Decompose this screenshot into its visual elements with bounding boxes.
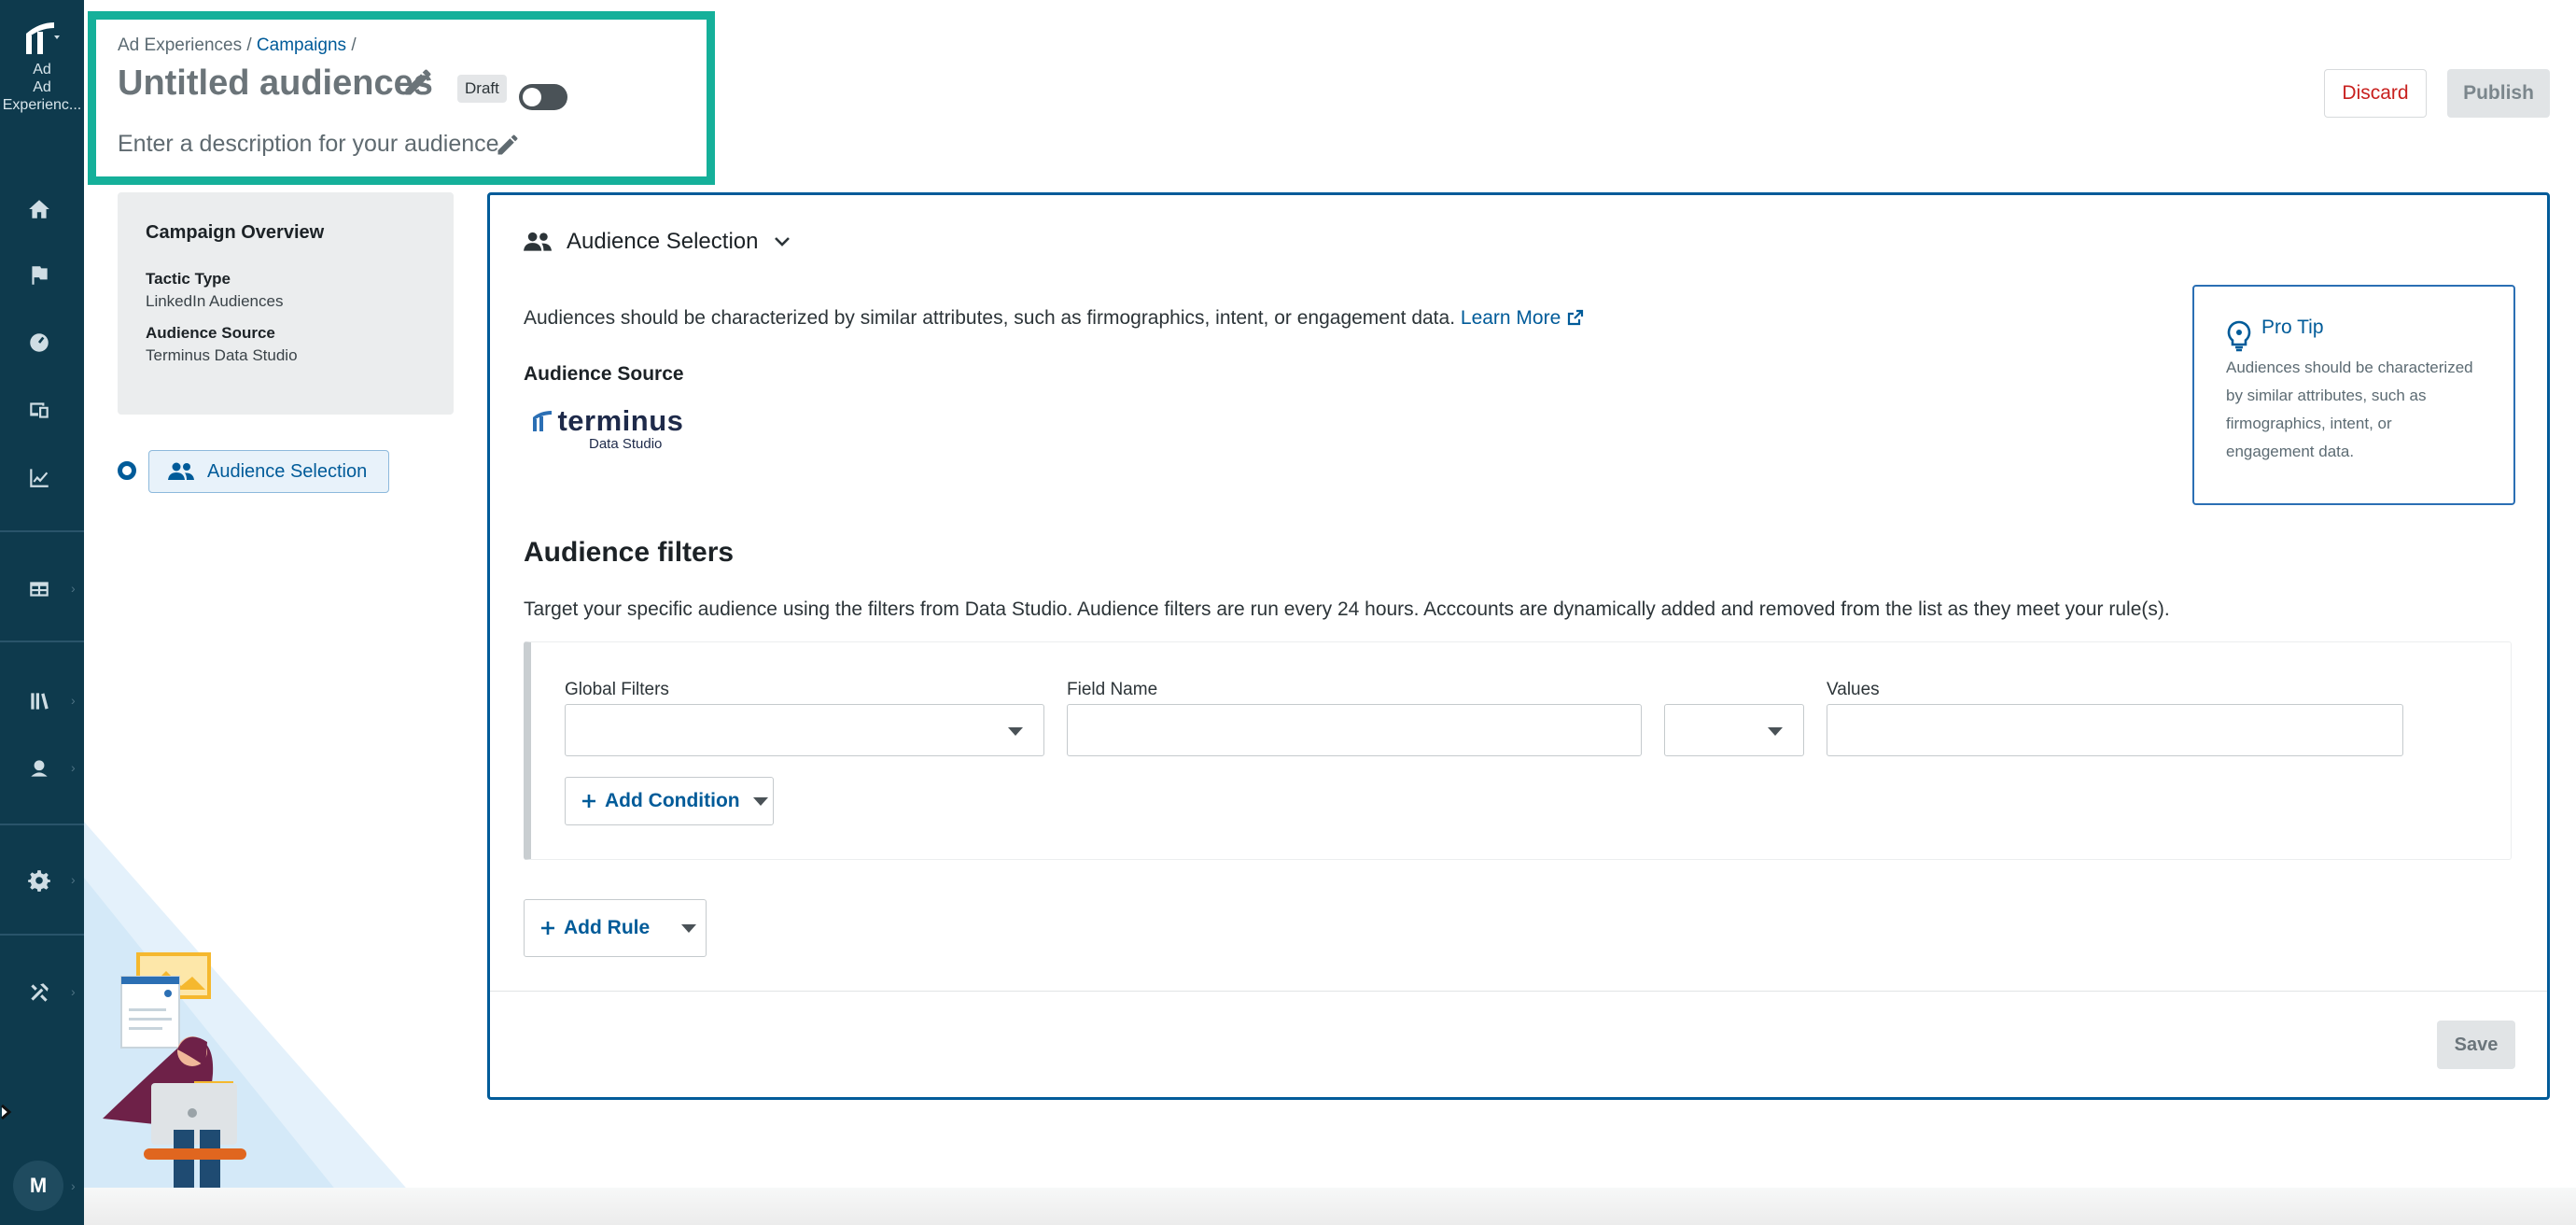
edit-title-pencil-icon[interactable] [401,65,435,99]
audience-source-value: Terminus Data Studio [146,346,298,364]
audience-source-heading: Audience Source [524,363,684,385]
status-toggle[interactable] [519,84,567,110]
gauge-icon[interactable] [23,327,55,359]
global-filters-label: Global Filters [565,680,669,699]
operator-select[interactable] [1664,704,1804,756]
contact-icon[interactable] [23,753,55,784]
nav-divider [0,934,84,936]
breadcrumb-campaigns-link[interactable]: Campaigns [257,35,346,55]
caret-down-icon [1008,727,1023,736]
save-button[interactable]: Save [2437,1021,2515,1069]
plus-icon [582,795,595,808]
field-name-label: Field Name [1067,680,1158,699]
app-switcher[interactable]: Ad Ad Experienc... [0,21,84,114]
add-condition-label: Add Condition [605,790,740,811]
chevron-right-icon: › [71,760,76,775]
chevron-right-icon: › [71,984,76,999]
audience-selection-card: Audience Selection Audiences should be c… [487,192,2550,1100]
audience-source-label: Audience Source [146,324,275,342]
terminus-data-studio-logo: terminus Data Studio [531,404,683,452]
section-description: Audiences should be characterized by sim… [524,307,1585,330]
flag-icon[interactable] [23,260,55,291]
nav-divider [0,641,84,642]
pro-tip-body: Audiences should be characterized by sim… [2226,359,2473,460]
chevron-right-icon: › [71,1178,76,1193]
add-rule-button[interactable]: Add Rule [524,899,707,957]
breadcrumb-separator: / [246,35,252,55]
section-title: Audience Selection [567,229,759,254]
campaign-overview: Campaign Overview Tactic Type LinkedIn A… [118,192,454,415]
audience-filters-heading: Audience filters [524,537,735,568]
publish-button[interactable]: Publish [2447,69,2550,118]
breadcrumb: Ad Experiences / Campaigns / [118,35,357,56]
chevron-down-icon[interactable] [773,235,791,248]
step-audience-selection[interactable]: Audience Selection [148,450,389,493]
discard-button[interactable]: Discard [2324,69,2427,118]
section-header[interactable]: Audience Selection [524,229,791,255]
tactic-type-value: LinkedIn Audiences [146,292,284,310]
tools-icon[interactable] [23,977,55,1008]
decorative-illustration [84,822,439,1225]
terminus-logo-icon [533,411,552,431]
chevron-right-icon: › [71,872,76,887]
nav-rail: Ad Ad Experienc... › › › › › M › [0,0,84,1225]
app-name-line1: Ad [33,62,51,77]
devices-icon[interactable] [23,394,55,426]
add-rule-label: Add Rule [564,917,651,938]
step-indicator [118,461,136,480]
description-placeholder[interactable]: Enter a description for your audience [118,131,499,158]
caret-down-icon [752,796,768,806]
edit-description-pencil-icon[interactable] [495,132,521,158]
chart-line-icon[interactable] [23,461,55,493]
page-title: Untitled audiences [118,63,433,103]
mouse-cursor-icon [1,1104,12,1120]
rule-group: Global Filters Field Name Values Add Con… [524,641,2512,860]
library-icon[interactable] [23,685,55,717]
audience-filters-description: Target your specific audience using the … [524,598,2170,620]
logo-subtitle: Data Studio [589,436,663,452]
toggle-knob [523,88,541,106]
caret-down-icon[interactable] [681,923,697,933]
gear-icon[interactable] [23,865,55,896]
pro-tip-card: Pro Tip Audiences should be characterize… [2192,285,2515,505]
pro-tip-title: Pro Tip [2261,317,2324,338]
users-icon [524,232,552,251]
chevron-right-icon: › [71,693,76,708]
external-link-icon[interactable] [1566,308,1585,327]
caret-down-icon [1768,727,1783,736]
section-description-text: Audiences should be characterized by sim… [524,307,1456,329]
app-name-line2: Ad Experienc... [2,79,82,113]
lightbulb-icon [2227,320,2251,352]
global-filters-select[interactable] [565,704,1044,756]
status-badge: Draft [457,75,507,103]
users-icon [168,462,194,480]
values-label: Values [1827,680,1880,699]
breadcrumb-separator: / [351,35,357,55]
learn-more-link[interactable]: Learn More [1461,307,1561,329]
home-icon[interactable] [23,193,55,225]
add-condition-button[interactable]: Add Condition [565,777,774,825]
table-icon[interactable] [23,573,55,605]
breadcrumb-root[interactable]: Ad Experiences [118,35,242,55]
tactic-type-label: Tactic Type [146,270,231,288]
nav-divider [0,530,84,532]
bottom-strip [84,1188,2576,1225]
avatar[interactable]: M [13,1161,63,1211]
field-name-input[interactable] [1067,704,1642,756]
plus-icon [541,922,554,935]
terminus-logo-icon [26,22,60,54]
card-footer-divider [490,991,2547,992]
overview-title: Campaign Overview [146,222,325,243]
step-label: Audience Selection [207,460,368,482]
nav-divider [0,824,84,825]
logo-wordmark: terminus [557,404,684,437]
values-input[interactable] [1827,704,2403,756]
chevron-right-icon: › [71,581,76,596]
